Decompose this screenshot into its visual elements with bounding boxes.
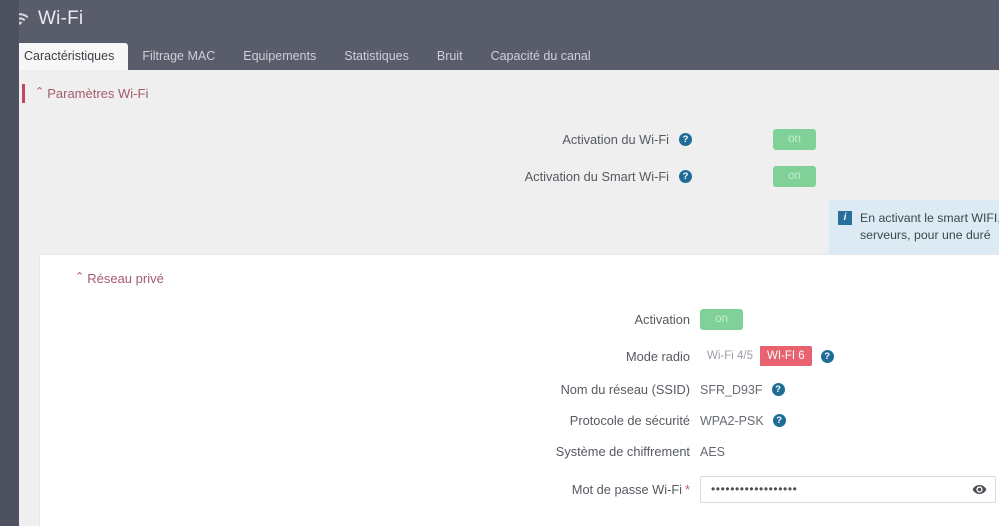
required-marker: * xyxy=(685,482,690,497)
toggle-activation-reseau-prive[interactable]: on xyxy=(700,309,743,330)
toggle-activation-wifi[interactable]: on xyxy=(773,129,816,150)
value-protocole-securite: WPA2-PSK xyxy=(700,414,764,428)
left-nav-rail xyxy=(0,0,19,526)
value-ssid: SFR_D93F xyxy=(700,383,763,397)
password-field[interactable]: •••••••••••••••••• xyxy=(700,476,996,503)
callout-text: En activant le smart WIFI, vo ses serveu… xyxy=(860,210,999,244)
tab-statistiques[interactable]: Statistiques xyxy=(330,43,423,71)
label-mot-de-passe: Mot de passe Wi-Fi* xyxy=(40,482,700,497)
segment-wifi-4-5[interactable]: Wi-Fi 4/5 xyxy=(700,346,760,366)
label-protocole-securite: Protocole de sécurité xyxy=(40,413,700,428)
row-mode-radio: Mode radio Wi-Fi 4/5 WI-FI 6 ? xyxy=(40,346,999,366)
segment-wifi-6[interactable]: WI-FI 6 xyxy=(760,346,812,366)
label-activation-wifi: Activation du Wi-Fi xyxy=(19,132,679,147)
value-systeme-chiffrement: AES xyxy=(700,445,725,459)
label-systeme-chiffrement: Système de chiffrement xyxy=(40,444,700,459)
label-activation: Activation xyxy=(40,312,700,327)
smart-wifi-info-callout: i En activant le smart WIFI, vo ses serv… xyxy=(829,200,999,255)
help-icon-activation-wifi[interactable]: ? xyxy=(679,133,692,146)
page-header: Wi-Fi xyxy=(0,0,999,38)
password-value: •••••••••••••••••• xyxy=(711,483,972,497)
row-activation: Activation on xyxy=(40,309,999,330)
chevron-up-icon[interactable]: ⌃ xyxy=(35,87,44,98)
tab-caracteristiques[interactable]: Caractéristiques xyxy=(10,43,128,71)
tab-bruit[interactable]: Bruit xyxy=(423,43,477,71)
segmented-mode-radio: Wi-Fi 4/5 WI-FI 6 xyxy=(700,346,812,366)
eye-icon[interactable] xyxy=(972,482,987,497)
section-title-reseau-prive: Réseau privé xyxy=(87,272,164,285)
row-activation-smart-wifi: Activation du Smart Wi-Fi ? on xyxy=(19,166,999,187)
info-icon: i xyxy=(838,211,852,225)
row-ssid: Nom du réseau (SSID) SFR_D93F ? xyxy=(40,382,999,397)
label-activation-smart-wifi: Activation du Smart Wi-Fi xyxy=(19,169,679,184)
section-parametres-wifi: ⌃ Paramètres Wi-Fi Activation du Wi-Fi ?… xyxy=(19,70,999,255)
section-title-parametres-wifi: Paramètres Wi-Fi xyxy=(47,87,148,100)
content-area: ⌃ Paramètres Wi-Fi Activation du Wi-Fi ?… xyxy=(19,70,999,526)
section-header-reseau-prive[interactable]: ⌃ Réseau privé xyxy=(40,255,999,285)
help-icon-ssid[interactable]: ? xyxy=(772,383,785,396)
row-activation-wifi: Activation du Wi-Fi ? on xyxy=(19,129,999,150)
tab-filtrage-mac[interactable]: Filtrage MAC xyxy=(128,43,229,71)
tab-capacite-du-canal[interactable]: Capacité du canal xyxy=(477,43,605,71)
tab-bar: Caractéristiques Filtrage MAC Equipement… xyxy=(0,38,999,70)
section-header-parametres-wifi[interactable]: ⌃ Paramètres Wi-Fi xyxy=(19,70,999,103)
section-accent-bar xyxy=(22,84,25,103)
chevron-up-icon-reseau-prive[interactable]: ⌃ xyxy=(75,272,84,283)
tab-equipements[interactable]: Equipements xyxy=(229,43,330,71)
section-reseau-prive: ⌃ Réseau privé Activation on Mode radio … xyxy=(40,255,999,526)
page-title: Wi-Fi xyxy=(38,9,83,30)
row-protocole-securite: Protocole de sécurité WPA2-PSK ? xyxy=(40,413,999,428)
help-icon-activation-smart-wifi[interactable]: ? xyxy=(679,170,692,183)
label-mot-de-passe-text: Mot de passe Wi-Fi xyxy=(572,482,682,497)
wifi-settings-page: Wi-Fi Caractéristiques Filtrage MAC Equi… xyxy=(0,0,999,526)
toggle-activation-smart-wifi[interactable]: on xyxy=(773,166,816,187)
label-mode-radio: Mode radio xyxy=(40,349,700,364)
row-systeme-chiffrement: Système de chiffrement AES xyxy=(40,444,999,459)
label-ssid: Nom du réseau (SSID) xyxy=(40,382,700,397)
help-icon-protocole-securite[interactable]: ? xyxy=(773,414,786,427)
help-icon-mode-radio[interactable]: ? xyxy=(821,350,834,363)
row-mot-de-passe: Mot de passe Wi-Fi* •••••••••••••••••• xyxy=(40,476,999,503)
